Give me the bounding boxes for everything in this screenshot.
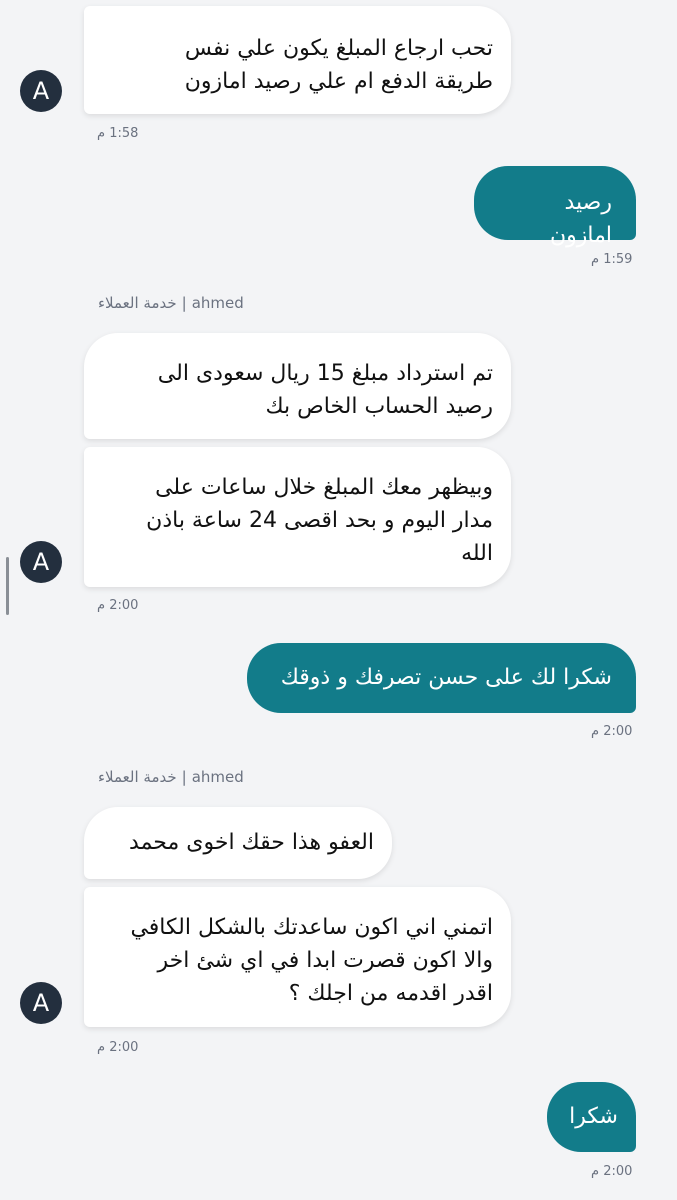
sender-team: خدمة العملاء <box>98 768 177 786</box>
agent-message-bubble: تم استرداد مبلغ 15 ريال سعودى الى رصيد ا… <box>84 333 511 439</box>
agent-message-bubble: اتمني اني اكون ساعدتك بالشكل الكافي والا… <box>84 887 511 1027</box>
message-timestamp: 2:00 م <box>591 1164 633 1179</box>
chat-thread[interactable]: تحب ارجاع المبلغ يكون علي نفس طريقة الدف… <box>0 0 677 1200</box>
sender-team: خدمة العملاء <box>98 294 177 312</box>
agent-message-bubble: العفو هذا حقك اخوى محمد <box>84 807 392 879</box>
sender-name: ahmed <box>191 294 244 312</box>
user-message-bubble: شكرا لك على حسن تصرفك و ذوقك <box>247 643 636 713</box>
message-timestamp: 1:59 م <box>591 252 633 267</box>
sender-label: خدمة العملاء | ahmed <box>98 294 244 312</box>
message-timestamp: 2:00 م <box>97 598 139 613</box>
sender-label: خدمة العملاء | ahmed <box>98 768 244 786</box>
agent-avatar: A <box>20 982 62 1024</box>
scroll-indicator[interactable] <box>6 557 9 615</box>
user-message-bubble: شكرا <box>547 1082 636 1152</box>
sender-name: ahmed <box>191 768 244 786</box>
agent-avatar: A <box>20 70 62 112</box>
agent-avatar: A <box>20 541 62 583</box>
sender-separator: | <box>181 768 187 786</box>
message-timestamp: 2:00 م <box>591 724 633 739</box>
agent-message-bubble: وبيظهر معك المبلغ خلال ساعات على مدار ال… <box>84 447 511 587</box>
sender-separator: | <box>181 294 187 312</box>
user-message-bubble: رصيد امازون <box>474 166 636 248</box>
message-timestamp: 2:00 م <box>97 1040 139 1055</box>
agent-message-bubble: تحب ارجاع المبلغ يكون علي نفس طريقة الدف… <box>84 6 511 114</box>
message-timestamp: 1:58 م <box>97 126 139 141</box>
